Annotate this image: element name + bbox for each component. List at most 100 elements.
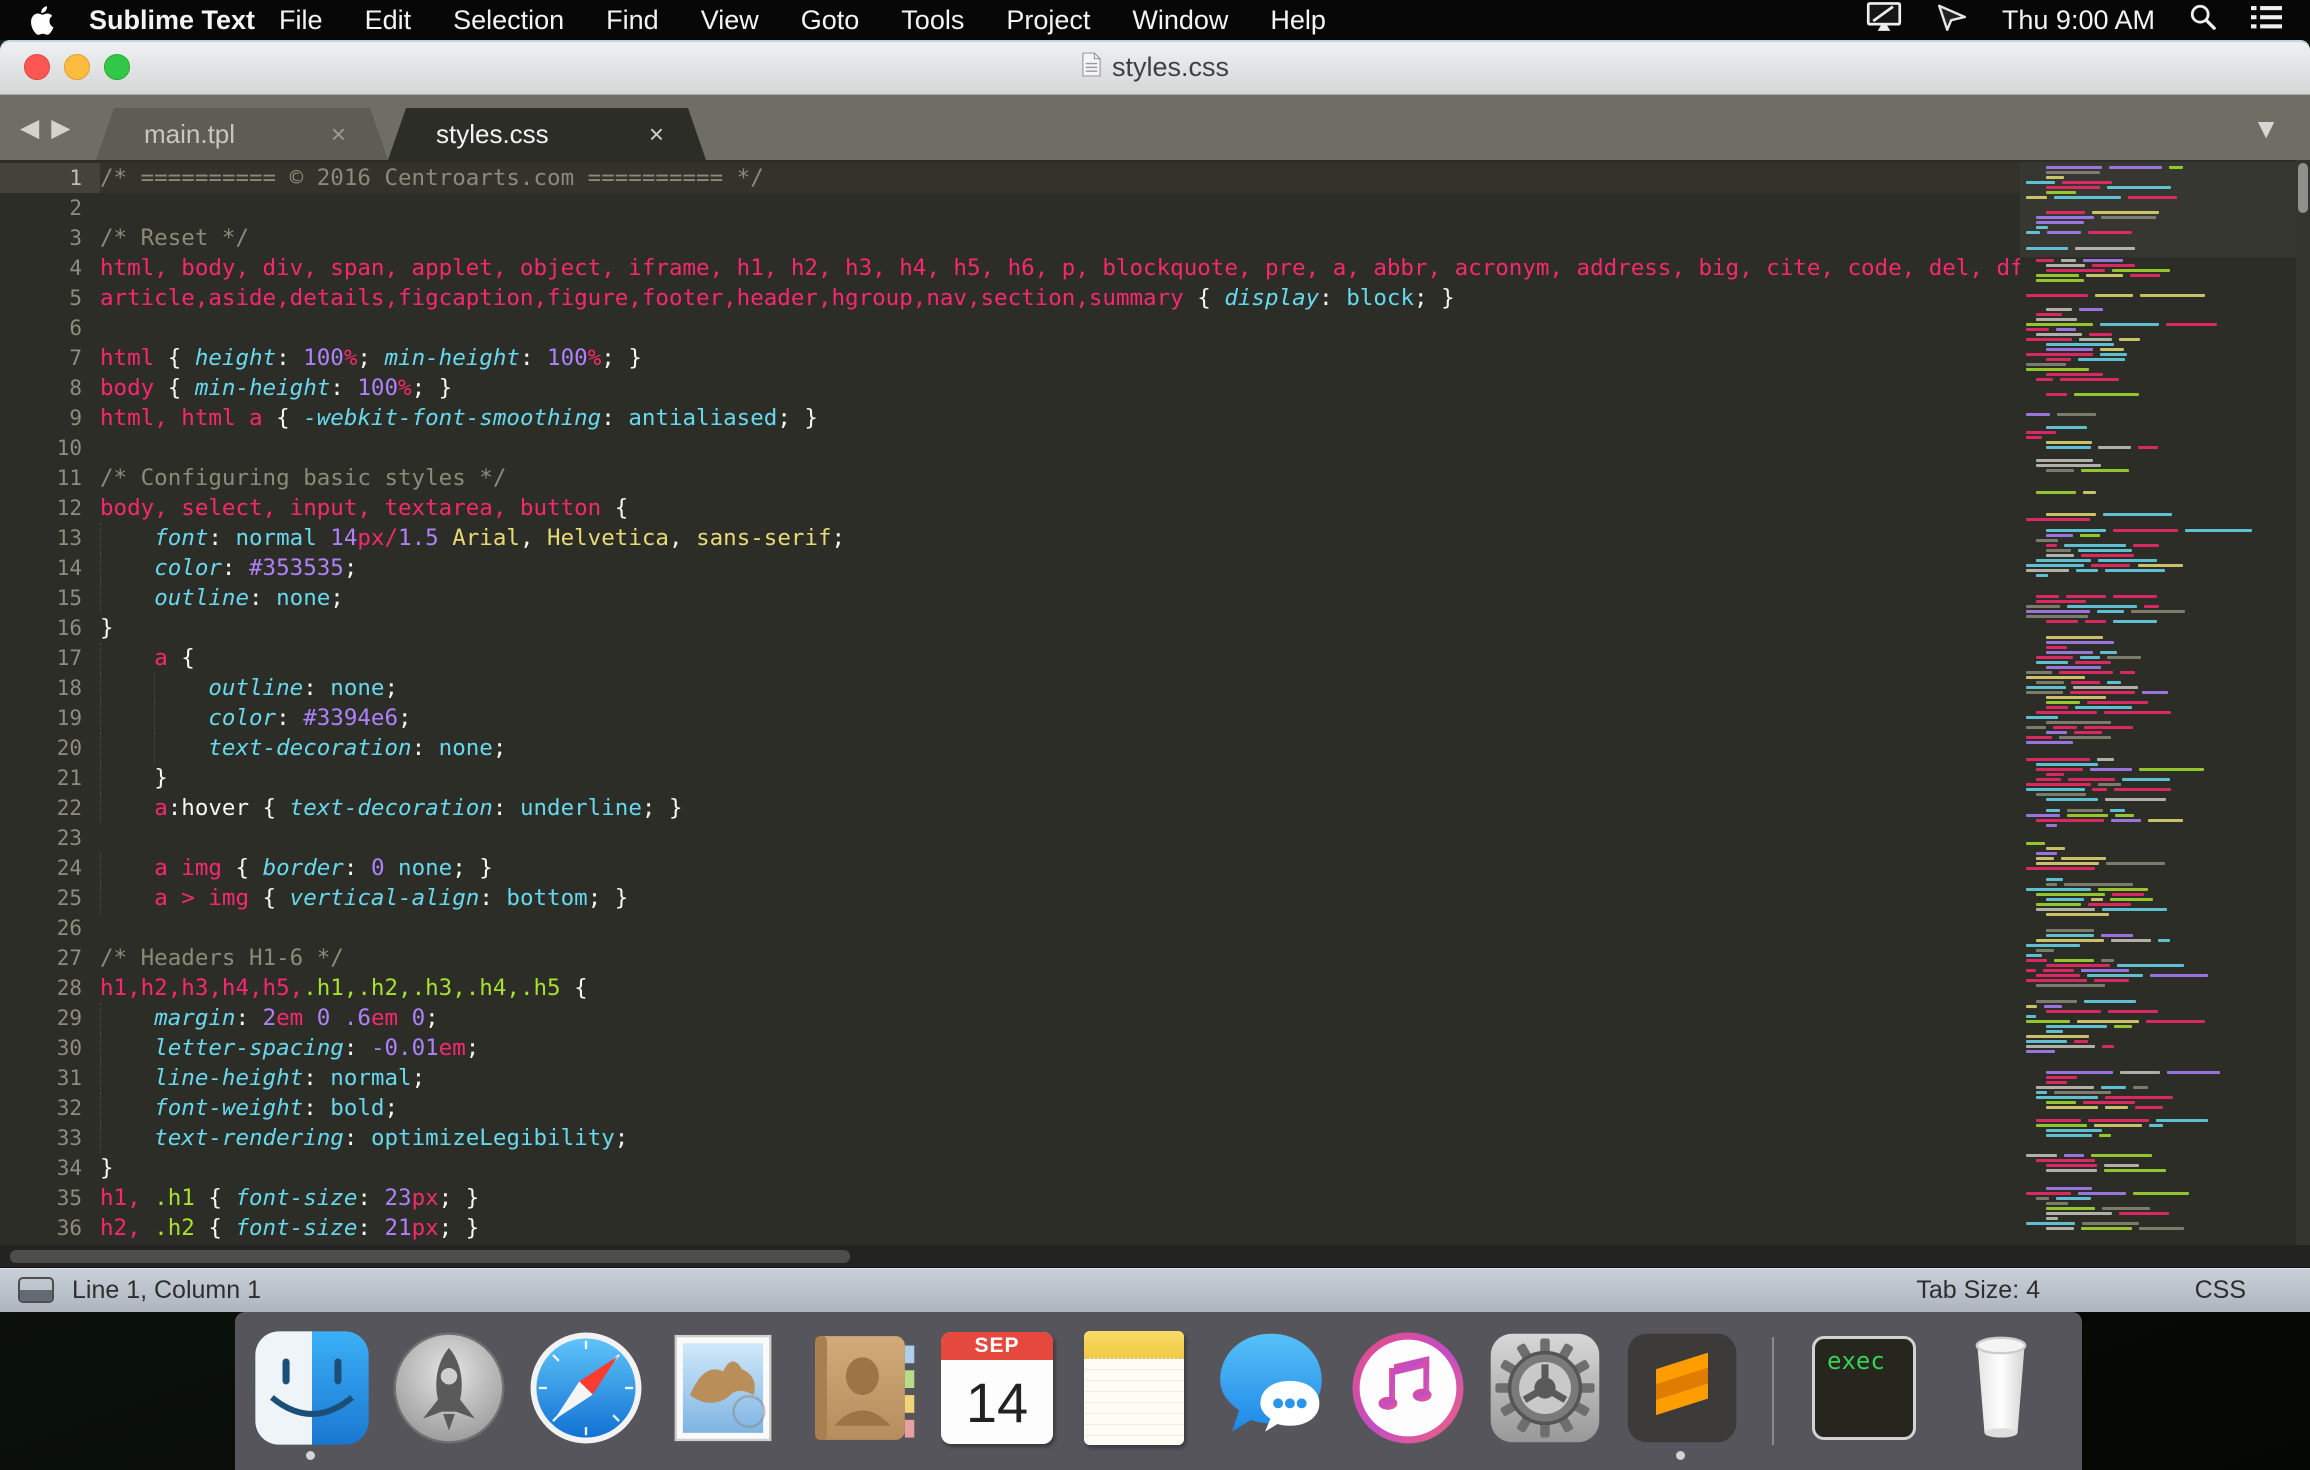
minimize-button[interactable] — [64, 54, 90, 80]
horizontal-scrollbar-thumb[interactable] — [10, 1250, 850, 1263]
code-line[interactable]: 27 /* Headers H1-6 */ — [0, 943, 2020, 973]
code-text[interactable]: article,aside,details,figcaption,figure,… — [100, 283, 2020, 313]
code-line[interactable]: 3 /* Reset */ — [0, 223, 2020, 253]
display-icon[interactable] — [1866, 1, 1902, 39]
code-line[interactable]: 13 font: normal 14px/1.5 Arial, Helvetic… — [0, 523, 2020, 553]
tab-close-icon[interactable]: × — [331, 119, 346, 150]
code-line[interactable]: 19 color: #3394e6; — [0, 703, 2020, 733]
code-text[interactable]: h1,h2,h3,h4,h5,.h1,.h2,.h3,.h4,.h5 { — [100, 973, 2020, 1003]
menu-item-window[interactable]: Window — [1132, 5, 1228, 36]
code-line[interactable]: 12 body, select, input, textarea, button … — [0, 493, 2020, 523]
dock-messages-icon[interactable] — [1212, 1329, 1330, 1447]
code-text[interactable]: text-decoration: none; — [100, 733, 2020, 763]
dock-mail-icon[interactable] — [664, 1329, 782, 1447]
code-line[interactable]: 24 a img { border: 0 none; } — [0, 853, 2020, 883]
minimap[interactable] — [2020, 160, 2296, 1245]
dock-itunes-icon[interactable] — [1349, 1329, 1467, 1447]
code-line[interactable]: 20 text-decoration: none; — [0, 733, 2020, 763]
tab-styles-css[interactable]: styles.css × — [388, 108, 706, 160]
code-line[interactable]: 31 line-height: normal; — [0, 1063, 2020, 1093]
code-text[interactable]: html, html a { -webkit-font-smoothing: a… — [100, 403, 2020, 433]
code-line[interactable]: 2 — [0, 193, 2020, 223]
code-text[interactable]: letter-spacing: -0.01em; — [100, 1033, 2020, 1063]
vertical-scrollbar[interactable] — [2296, 160, 2310, 1245]
syntax-indicator[interactable]: CSS — [2195, 1276, 2246, 1305]
vertical-scrollbar-thumb[interactable] — [2298, 163, 2308, 213]
code-text[interactable]: /* Configuring basic styles */ — [100, 463, 2020, 493]
menu-app-name[interactable]: Sublime Text — [89, 5, 255, 36]
code-text[interactable]: html, body, div, span, applet, object, i… — [100, 253, 2020, 283]
spotlight-icon[interactable] — [2189, 3, 2217, 38]
menu-item-view[interactable]: View — [701, 5, 759, 36]
tab-main-tpl[interactable]: main.tpl × — [96, 108, 388, 160]
code-line[interactable]: 17 a { — [0, 643, 2020, 673]
menu-item-find[interactable]: Find — [606, 5, 659, 36]
code-line[interactable]: 23 — [0, 823, 2020, 853]
window-title-bar[interactable]: styles.css — [0, 40, 2310, 95]
code-line[interactable]: 26 — [0, 913, 2020, 943]
dock-launchpad-icon[interactable] — [390, 1329, 508, 1447]
code-line[interactable]: 1/* ========== © 2016 Centroarts.com ===… — [0, 163, 2020, 193]
code-text[interactable]: margin: 2em 0 .6em 0; — [100, 1003, 2020, 1033]
code-text[interactable]: html { height: 100%; min-height: 100%; } — [100, 343, 2020, 373]
code-line[interactable]: 7 html { height: 100%; min-height: 100%; … — [0, 343, 2020, 373]
code-text[interactable]: h2, .h2 { font-size: 21px; } — [100, 1213, 2020, 1243]
dock-exec-icon[interactable]: exec — [1805, 1329, 1923, 1447]
code-text[interactable]: body, select, input, textarea, button { — [100, 493, 2020, 523]
apple-menu-icon[interactable] — [30, 5, 55, 35]
code-line[interactable]: 33 text-rendering: optimizeLegibility; — [0, 1123, 2020, 1153]
code-line[interactable]: 15 outline: none; — [0, 583, 2020, 613]
dock-calendar-icon[interactable]: SEP 14 — [938, 1329, 1056, 1447]
menu-item-selection[interactable]: Selection — [453, 5, 564, 36]
code-text[interactable]: } — [100, 613, 2020, 643]
code-text[interactable]: font-weight: bold; — [100, 1093, 2020, 1123]
code-text[interactable]: font: normal 14px/1.5 Arial, Helvetica, … — [100, 523, 2020, 553]
code-text[interactable] — [100, 823, 2020, 853]
code-line[interactable]: 10 — [0, 433, 2020, 463]
code-line[interactable]: 32 font-weight: bold; — [0, 1093, 2020, 1123]
dock-finder-icon[interactable] — [253, 1329, 371, 1460]
code-text[interactable] — [100, 313, 2020, 343]
notification-center-icon[interactable] — [2251, 4, 2282, 37]
zoom-button[interactable] — [104, 54, 130, 80]
code-text[interactable]: /* ========== © 2016 Centroarts.com ====… — [100, 163, 2020, 193]
menu-item-project[interactable]: Project — [1006, 5, 1090, 36]
code-text[interactable]: a > img { vertical-align: bottom; } — [100, 883, 2020, 913]
code-line[interactable]: 21 } — [0, 763, 2020, 793]
menu-clock[interactable]: Thu 9:00 AM — [2002, 5, 2155, 36]
dock-notes-icon[interactable] — [1075, 1329, 1193, 1447]
code-line[interactable]: 9 html, html a { -webkit-font-smoothing: … — [0, 403, 2020, 433]
code-text[interactable]: } — [100, 1153, 2020, 1183]
code-text[interactable] — [100, 433, 2020, 463]
code-editor[interactable]: 1/* ========== © 2016 Centroarts.com ===… — [0, 160, 2310, 1245]
code-text[interactable] — [100, 193, 2020, 223]
code-line[interactable]: 5 article,aside,details,figcaption,figure… — [0, 283, 2020, 313]
code-line[interactable]: 34} — [0, 1153, 2020, 1183]
horizontal-scrollbar[interactable] — [0, 1245, 2310, 1268]
code-line[interactable]: 4 html, body, div, span, applet, object, … — [0, 253, 2020, 283]
dock-sublime-text-icon[interactable] — [1623, 1329, 1741, 1460]
code-text[interactable]: h1, .h1 { font-size: 23px; } — [100, 1183, 2020, 1213]
code-line[interactable]: 11 /* Configuring basic styles */ — [0, 463, 2020, 493]
tab-overflow-icon[interactable]: ▼ — [2252, 113, 2280, 145]
menu-item-tools[interactable]: Tools — [901, 5, 964, 36]
dock-system-preferences-icon[interactable] — [1486, 1329, 1604, 1447]
dock-safari-icon[interactable] — [527, 1329, 645, 1447]
code-text[interactable] — [100, 913, 2020, 943]
panel-toggle-icon[interactable] — [18, 1277, 54, 1303]
code-line[interactable]: 25 a > img { vertical-align: bottom; } — [0, 883, 2020, 913]
tab-forward-icon[interactable]: ▶ — [51, 113, 70, 143]
code-text[interactable]: a { — [100, 643, 2020, 673]
code-line[interactable]: 16} — [0, 613, 2020, 643]
tab-size-indicator[interactable]: Tab Size: 4 — [1916, 1276, 2040, 1305]
menu-item-file[interactable]: File — [279, 5, 323, 36]
code-text[interactable]: outline: none; — [100, 583, 2020, 613]
code-line[interactable]: 36 h2, .h2 { font-size: 21px; } — [0, 1213, 2020, 1243]
close-button[interactable] — [24, 54, 50, 80]
code-line[interactable]: 6 — [0, 313, 2020, 343]
code-text[interactable]: line-height: normal; — [100, 1063, 2020, 1093]
code-text[interactable]: /* Reset */ — [100, 223, 2020, 253]
dock-contacts-icon[interactable] — [801, 1329, 919, 1447]
code-line[interactable]: 14 color: #353535; — [0, 553, 2020, 583]
code-text[interactable]: } — [100, 763, 2020, 793]
